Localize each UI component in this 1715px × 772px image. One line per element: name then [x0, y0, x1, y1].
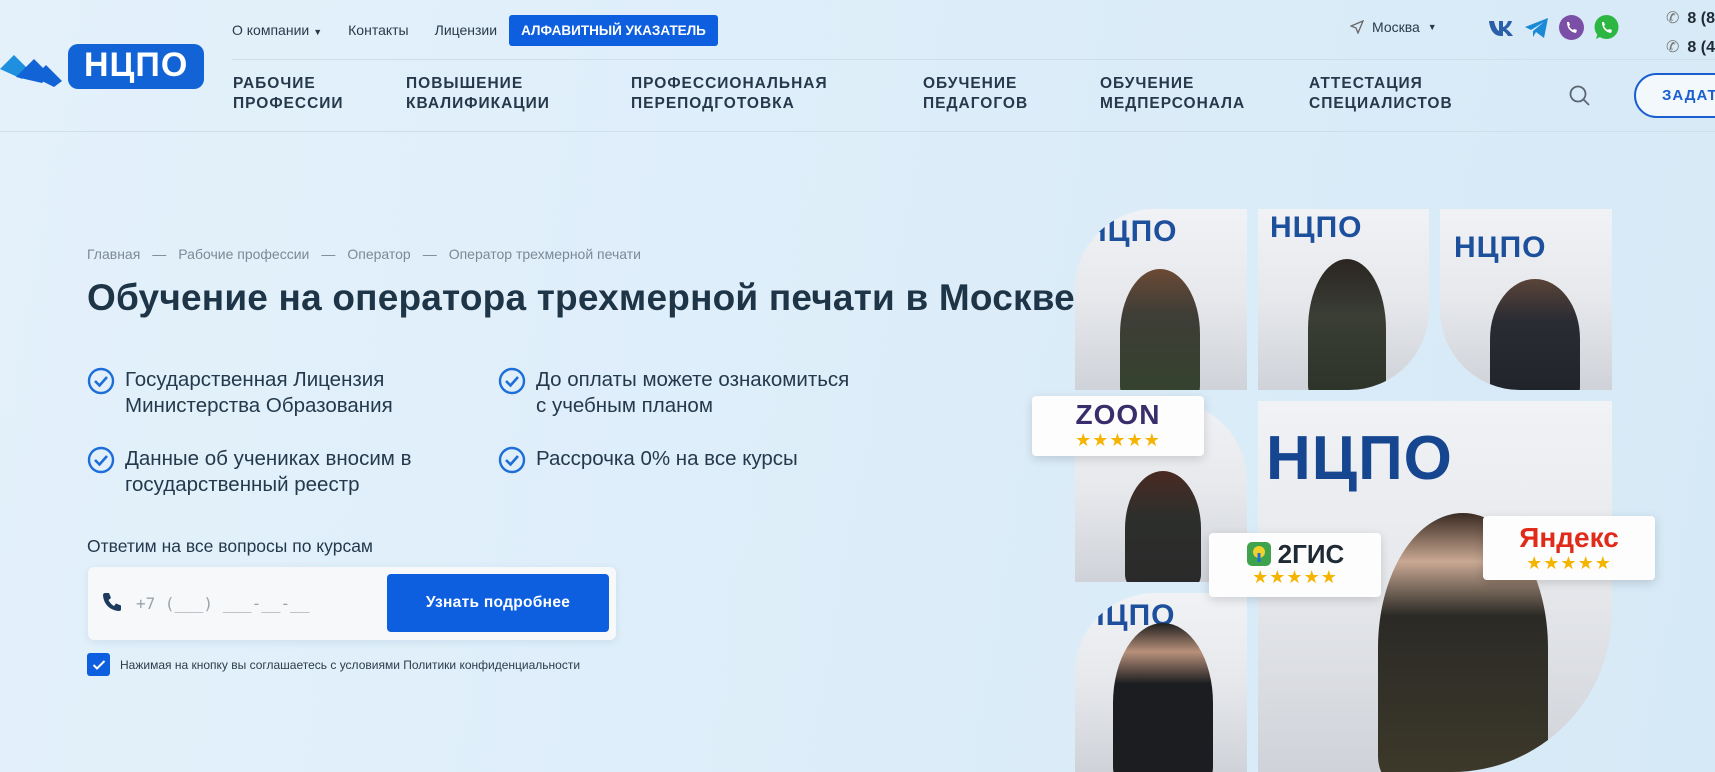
person-image: [1125, 471, 1201, 582]
logo-text: НЦПО: [68, 44, 205, 89]
feature-text: Рассрочка 0% на все курсы: [536, 447, 798, 470]
breadcrumb-operator[interactable]: Оператор: [347, 246, 410, 262]
phone-2[interactable]: ✆ 8 (4: [1666, 33, 1715, 62]
nav-medical[interactable]: ОБУЧЕНИЕ МЕДПЕРСОНАЛА: [1100, 74, 1309, 114]
feature-text: Данные об учениках вносим в государствен…: [125, 447, 412, 496]
nav-working-professions[interactable]: РАБОЧИЕ ПРОФЕССИИ: [233, 74, 406, 114]
phone-icon: ✆: [1666, 10, 1680, 27]
phone-1[interactable]: ✆ 8 (8: [1666, 4, 1715, 33]
2gis-map-icon: [1246, 542, 1271, 566]
feature-installment: Рассрочка 0% на все курсы: [498, 446, 798, 474]
location-arrow-icon: [1350, 20, 1364, 34]
2gis-rating-badge[interactable]: 2ГИС ★★★★★: [1209, 533, 1381, 597]
student-photo-2: НЦПО: [1258, 209, 1429, 390]
2gis-logo: 2ГИС: [1209, 541, 1381, 567]
phone-input[interactable]: [136, 583, 366, 623]
check-circle-icon: [87, 367, 115, 395]
consent-checkbox[interactable]: [87, 653, 110, 676]
breadcrumb-sep: —: [321, 246, 336, 262]
licenses-link[interactable]: Лицензии: [435, 22, 497, 38]
breadcrumb-current: Оператор трехмерной печати: [448, 246, 641, 262]
whatsapp-icon[interactable]: [1593, 14, 1620, 41]
chevron-down-icon: ▼: [1427, 22, 1437, 32]
logo-mark-icon: [0, 54, 62, 87]
yandex-logo: Яндекс: [1483, 523, 1655, 553]
2gis-text: 2ГИС: [1277, 539, 1345, 569]
rating-stars: ★★★★★: [1252, 567, 1338, 587]
logo-watermark: НЦПО: [1270, 211, 1363, 244]
phone-1-text: 8 (8: [1687, 10, 1715, 27]
header-divider: [232, 59, 1715, 60]
rating-stars: ★★★★★: [1526, 553, 1612, 573]
ask-question-button[interactable]: ЗАДАТ: [1634, 73, 1715, 118]
top-links: О компании ▼ Контакты Лицензии АЛФАВИТНЫЙ…: [232, 14, 718, 46]
yandex-text: Яндекс: [1519, 522, 1619, 553]
student-photo-5: НЦПО: [1075, 593, 1247, 772]
city-selector[interactable]: Москва ▼: [1350, 19, 1437, 35]
about-label: О компании: [232, 22, 310, 38]
site-header: НЦПО О компании ▼ Контакты Лицензии АЛФАВ…: [0, 0, 1715, 132]
page-title: Обучение на оператора трехмерной печати …: [87, 277, 1075, 318]
person-image: [1308, 259, 1386, 390]
social-links: [1488, 14, 1620, 41]
viber-icon[interactable]: [1558, 14, 1585, 41]
breadcrumb-working-professions[interactable]: Рабочие профессии: [178, 246, 309, 262]
chevron-down-icon: ▼: [313, 27, 323, 37]
checkmark-icon: [92, 659, 105, 670]
search-icon[interactable]: [1568, 84, 1592, 108]
feature-text: Государственная Лицензия Министерства Об…: [125, 368, 393, 417]
feature-registry: Данные об учениках вносим в государствен…: [87, 446, 411, 498]
consent-text: Нажимая на кнопку вы соглашаетесь с усло…: [120, 657, 581, 672]
check-circle-icon: [498, 446, 526, 474]
yandex-rating-badge[interactable]: Яндекс ★★★★★: [1483, 516, 1655, 580]
zoon-rating-badge[interactable]: ZOON ★★★★★: [1032, 396, 1204, 456]
breadcrumb-sep: —: [152, 246, 167, 262]
learn-more-button[interactable]: Узнать подробнее: [387, 574, 609, 632]
telegram-icon[interactable]: [1523, 14, 1550, 41]
breadcrumb-home[interactable]: Главная: [87, 246, 140, 262]
nav-attestation[interactable]: АТТЕСТАЦИЯ СПЕЦИАЛИСТОВ: [1309, 74, 1509, 114]
phone-icon: ✆: [1666, 39, 1680, 56]
contacts-link[interactable]: Контакты: [348, 22, 408, 38]
nav-teachers[interactable]: ОБУЧЕНИЕ ПЕДАГОГОВ: [923, 74, 1100, 114]
phone-2-text: 8 (4: [1687, 39, 1715, 56]
alphabet-index-button[interactable]: АЛФАВИТНЫЙ УКАЗАТЕЛЬ: [509, 14, 718, 46]
feature-license: Государственная Лицензия Министерства Об…: [87, 367, 393, 419]
logo-watermark: НЦПО: [1266, 424, 1453, 493]
phone-numbers: ✆ 8 (8 ✆ 8 (4: [1666, 4, 1715, 62]
check-circle-icon: [87, 446, 115, 474]
feature-text: До оплаты можете ознакомиться с учебным …: [536, 368, 850, 417]
breadcrumb-sep: —: [422, 246, 437, 262]
consent-row: Нажимая на кнопку вы соглашаетесь с усло…: [87, 653, 580, 676]
callback-form: Узнать подробнее: [88, 567, 616, 640]
vk-icon[interactable]: [1488, 14, 1515, 41]
nav-qualification[interactable]: ПОВЫШЕНИЕ КВАЛИФИКАЦИИ: [406, 74, 631, 114]
rating-stars: ★★★★★: [1075, 430, 1161, 450]
form-label: Ответим на все вопросы по курсам: [87, 536, 373, 556]
person-image: [1113, 623, 1213, 772]
student-photo-1: НЦПО: [1075, 209, 1247, 390]
breadcrumb: Главная — Рабочие профессии — Оператор —…: [87, 246, 641, 262]
student-photo-3: НЦПО: [1440, 209, 1612, 390]
city-label: Москва: [1372, 19, 1420, 35]
nav-retraining[interactable]: ПРОФЕССИОНАЛЬНАЯ ПЕРЕПОДГОТОВКА: [631, 74, 923, 114]
main-nav: РАБОЧИЕ ПРОФЕССИИ ПОВЫШЕНИЕ КВАЛИФИКАЦИИ…: [233, 74, 1509, 114]
site-logo[interactable]: НЦПО: [0, 44, 205, 89]
phone-icon: [103, 593, 121, 611]
logo-watermark: НЦПО: [1454, 231, 1547, 264]
person-image: [1490, 279, 1580, 390]
check-circle-icon: [498, 367, 526, 395]
person-image: [1120, 269, 1200, 390]
about-menu[interactable]: О компании ▼: [232, 22, 322, 38]
logo-watermark: НЦПО: [1085, 215, 1178, 248]
zoon-logo: ZOON: [1075, 399, 1161, 430]
feature-plan: До оплаты можете ознакомиться с учебным …: [498, 367, 849, 419]
